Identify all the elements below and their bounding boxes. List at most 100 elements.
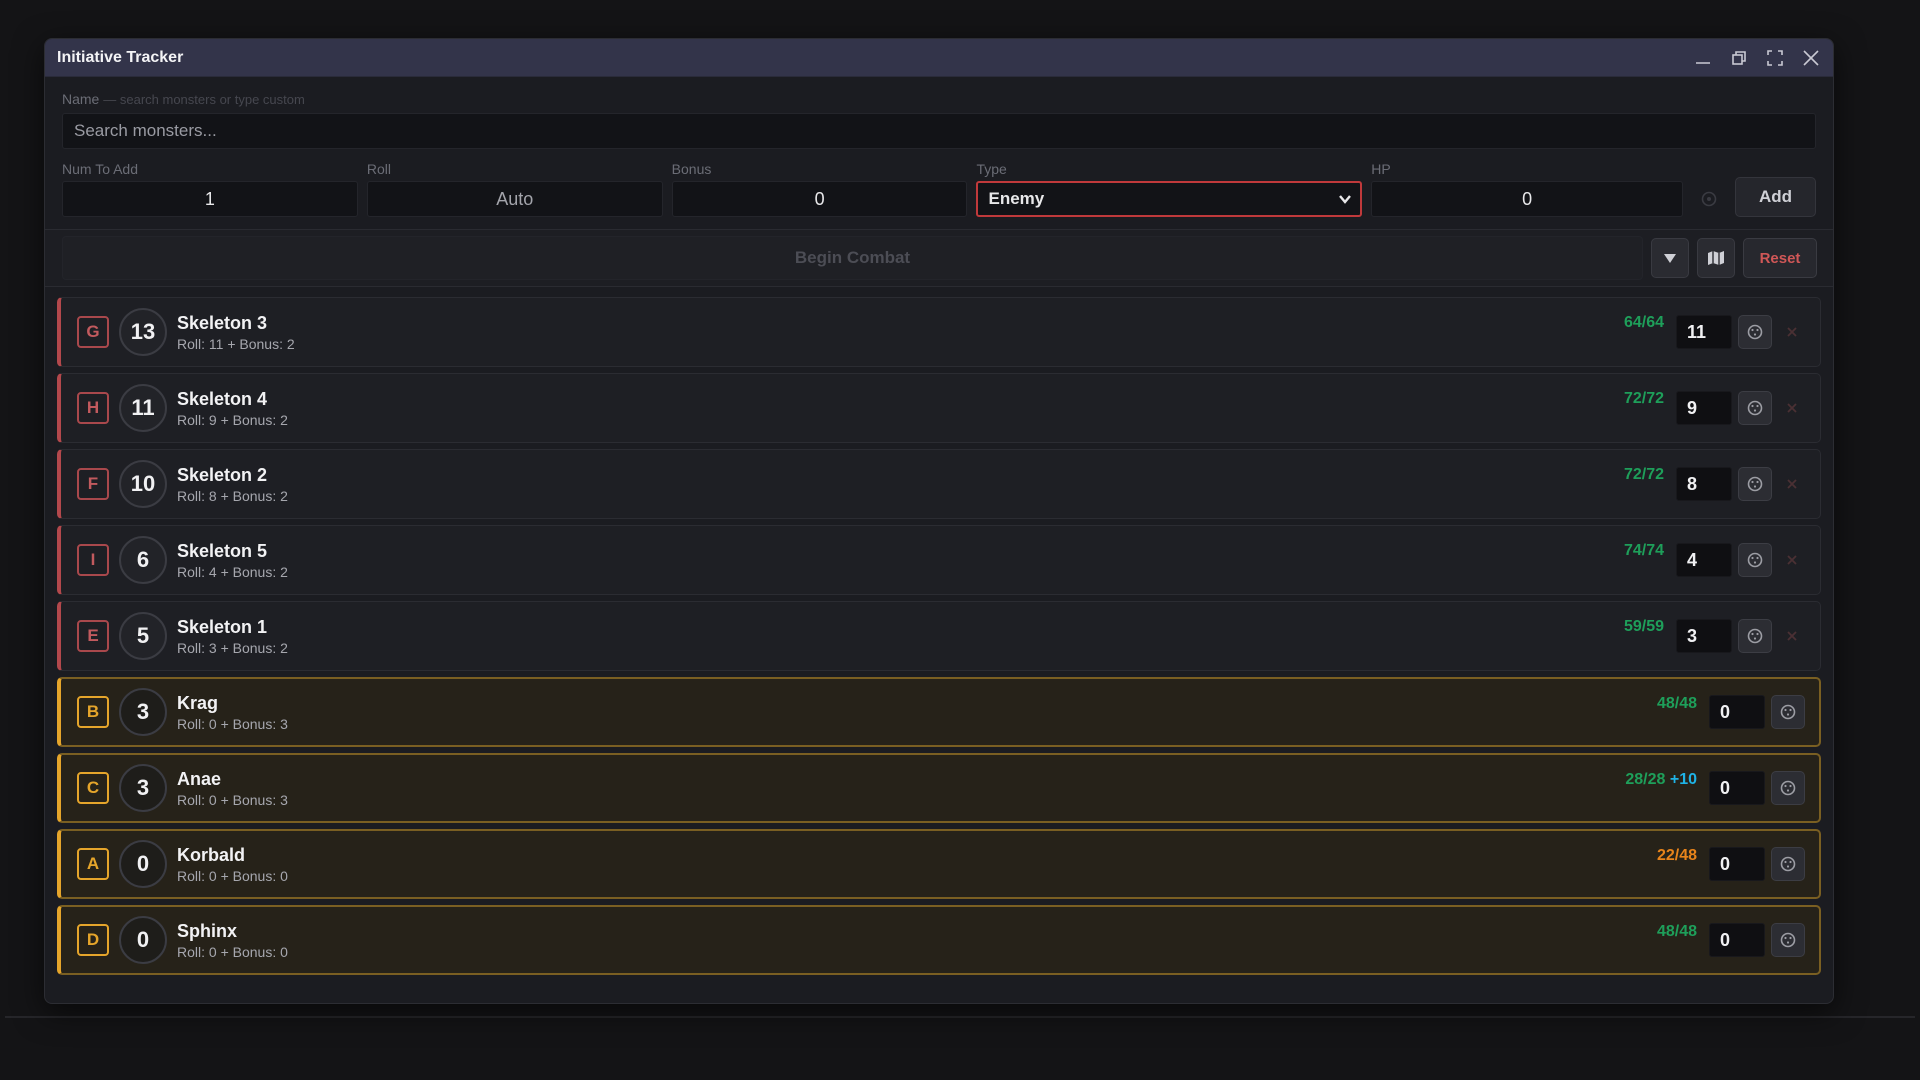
combatant-value-input[interactable]: 8 <box>1676 467 1732 501</box>
num-to-add-field: Num To Add <box>62 161 358 217</box>
hp-value: 72/72 <box>1623 466 1664 483</box>
combatant-row[interactable]: H 11 Skeleton 4 Roll: 9 + Bonus: 2 72/72 9 <box>57 373 1821 443</box>
combatant-row[interactable]: I 6 Skeleton 5 Roll: 4 + Bonus: 2 74/74 4 <box>57 525 1821 595</box>
temp-hp-value: +10 <box>1669 771 1697 788</box>
maximize-icon[interactable] <box>1765 48 1785 68</box>
remove-x-icon[interactable] <box>1772 391 1812 425</box>
combatant-row[interactable]: E 5 Skeleton 1 Roll: 3 + Bonus: 2 59/59 3 <box>57 601 1821 671</box>
monster-search-input[interactable] <box>62 113 1816 149</box>
type-label: Type <box>976 161 1007 177</box>
begin-combat-button[interactable]: Begin Combat <box>62 236 1643 280</box>
combatant-row[interactable]: A 0 Korbald Roll: 0 + Bonus: 0 22/48 0 <box>57 829 1821 899</box>
reroll-die-icon[interactable] <box>1738 467 1772 501</box>
combatant-value-input[interactable]: 0 <box>1709 771 1765 805</box>
combatant-value-input[interactable]: 4 <box>1676 543 1732 577</box>
combatant-value-input[interactable]: 0 <box>1709 695 1765 729</box>
combatant-info: Sphinx Roll: 0 + Bonus: 0 <box>177 921 1657 960</box>
hp-display: 59/59 <box>1624 618 1664 636</box>
reroll-die-icon[interactable] <box>1771 771 1805 805</box>
combatant-name: Sphinx <box>177 920 238 941</box>
remove-x-icon[interactable] <box>1772 619 1812 653</box>
hp-input[interactable] <box>1371 181 1684 217</box>
combatant-value-input[interactable]: 0 <box>1709 923 1765 957</box>
hp-value: 72/72 <box>1623 390 1664 407</box>
type-select[interactable]: Enemy <box>976 181 1363 217</box>
combatant-name: Skeleton 1 <box>177 616 268 637</box>
minimize-icon[interactable] <box>1693 48 1713 68</box>
close-icon[interactable] <box>1801 48 1821 68</box>
add-button[interactable]: Add <box>1735 177 1816 217</box>
remove-x-icon[interactable] <box>1772 467 1812 501</box>
initiative-value: 0 <box>119 916 167 964</box>
initiative-value: 0 <box>119 840 167 888</box>
combatant-letter-badge: I <box>77 544 109 576</box>
combatant-value-input[interactable]: 11 <box>1676 315 1732 349</box>
bonus-field: Bonus <box>671 161 968 217</box>
hp-value: 59/59 <box>1623 618 1664 635</box>
name-label: Name — search monsters or type custom <box>62 91 305 107</box>
combatant-row[interactable]: F 10 Skeleton 2 Roll: 8 + Bonus: 2 72/72 8 <box>57 449 1821 519</box>
combatant-row[interactable]: C 3 Anae Roll: 0 + Bonus: 3 28/28 +10 0 <box>57 753 1821 823</box>
combatant-row[interactable]: B 3 Krag Roll: 0 + Bonus: 3 48/48 0 <box>57 677 1821 747</box>
combatant-name: Skeleton 4 <box>177 388 268 409</box>
combatant-letter-badge: D <box>77 924 109 956</box>
roll-field: Roll <box>366 161 663 217</box>
hp-value: 28/28 <box>1625 771 1666 788</box>
combatant-row[interactable]: G 13 Skeleton 3 Roll: 11 + Bonus: 2 64/64 11 <box>57 297 1821 367</box>
remove-x-icon[interactable] <box>1772 315 1812 349</box>
combatant-name: Korbald <box>177 844 246 865</box>
hp-value: 48/48 <box>1656 695 1697 712</box>
combatant-info: Skeleton 3 Roll: 11 + Bonus: 2 <box>177 313 1624 352</box>
combatant-letter-badge: G <box>77 316 109 348</box>
num-to-add-input[interactable] <box>62 181 358 217</box>
hp-display: 48/48 <box>1657 923 1697 941</box>
name-hint: — search monsters or type custom <box>103 92 305 107</box>
sort-dropdown-button[interactable] <box>1651 238 1689 278</box>
combatant-letter-badge: F <box>77 468 109 500</box>
hp-value: 74/74 <box>1623 542 1664 559</box>
combatant-letter-badge: E <box>77 620 109 652</box>
reroll-die-icon[interactable] <box>1738 543 1772 577</box>
combatant-name: Krag <box>177 692 219 713</box>
reroll-die-icon[interactable] <box>1771 695 1805 729</box>
type-select-value: Enemy <box>988 189 1045 208</box>
combatant-value-input[interactable]: 9 <box>1676 391 1732 425</box>
reroll-die-icon[interactable] <box>1738 315 1772 349</box>
remove-x-icon[interactable] <box>1772 543 1812 577</box>
combatant-roll-detail: Roll: 8 + Bonus: 2 <box>177 487 288 504</box>
initiative-value: 13 <box>119 308 167 356</box>
map-button[interactable] <box>1697 238 1735 278</box>
hp-roll-icon[interactable] <box>1692 181 1726 217</box>
reset-button[interactable]: Reset <box>1743 238 1817 278</box>
combatant-roll-detail: Roll: 4 + Bonus: 2 <box>177 563 288 580</box>
combatant-info: Skeleton 2 Roll: 8 + Bonus: 2 <box>177 465 1624 504</box>
combatant-value-input[interactable]: 3 <box>1676 619 1732 653</box>
reroll-die-icon[interactable] <box>1771 923 1805 957</box>
combatant-name: Skeleton 2 <box>177 464 268 485</box>
combatant-name: Anae <box>177 768 222 789</box>
initiative-value: 11 <box>119 384 167 432</box>
bonus-input[interactable] <box>671 181 968 217</box>
combatant-roll-detail: Roll: 0 + Bonus: 3 <box>177 791 288 808</box>
hp-value: 22/48 <box>1656 847 1697 864</box>
combatant-value-input[interactable]: 0 <box>1709 847 1765 881</box>
num-to-add-label: Num To Add <box>62 161 139 177</box>
combatant-info: Skeleton 5 Roll: 4 + Bonus: 2 <box>177 541 1624 580</box>
reroll-die-icon[interactable] <box>1738 619 1772 653</box>
combatant-row[interactable]: D 0 Sphinx Roll: 0 + Bonus: 0 48/48 0 <box>57 905 1821 975</box>
combatant-roll-detail: Roll: 0 + Bonus: 0 <box>177 867 288 884</box>
hp-display: 48/48 <box>1657 695 1697 713</box>
combat-controls: Begin Combat Reset <box>45 229 1833 287</box>
hp-field: HP <box>1371 161 1684 217</box>
combatant-name: Skeleton 5 <box>177 540 268 561</box>
initiative-value: 3 <box>119 764 167 812</box>
desktop-divider <box>5 1016 1915 1018</box>
type-field: Type Enemy <box>976 161 1363 217</box>
combatant-letter-badge: H <box>77 392 109 424</box>
reroll-die-icon[interactable] <box>1738 391 1772 425</box>
roll-input[interactable] <box>366 181 663 217</box>
reroll-die-icon[interactable] <box>1771 847 1805 881</box>
combatant-info: Skeleton 4 Roll: 9 + Bonus: 2 <box>177 389 1624 428</box>
restore-icon[interactable] <box>1729 48 1749 68</box>
title-bar[interactable]: Initiative Tracker <box>45 39 1833 77</box>
